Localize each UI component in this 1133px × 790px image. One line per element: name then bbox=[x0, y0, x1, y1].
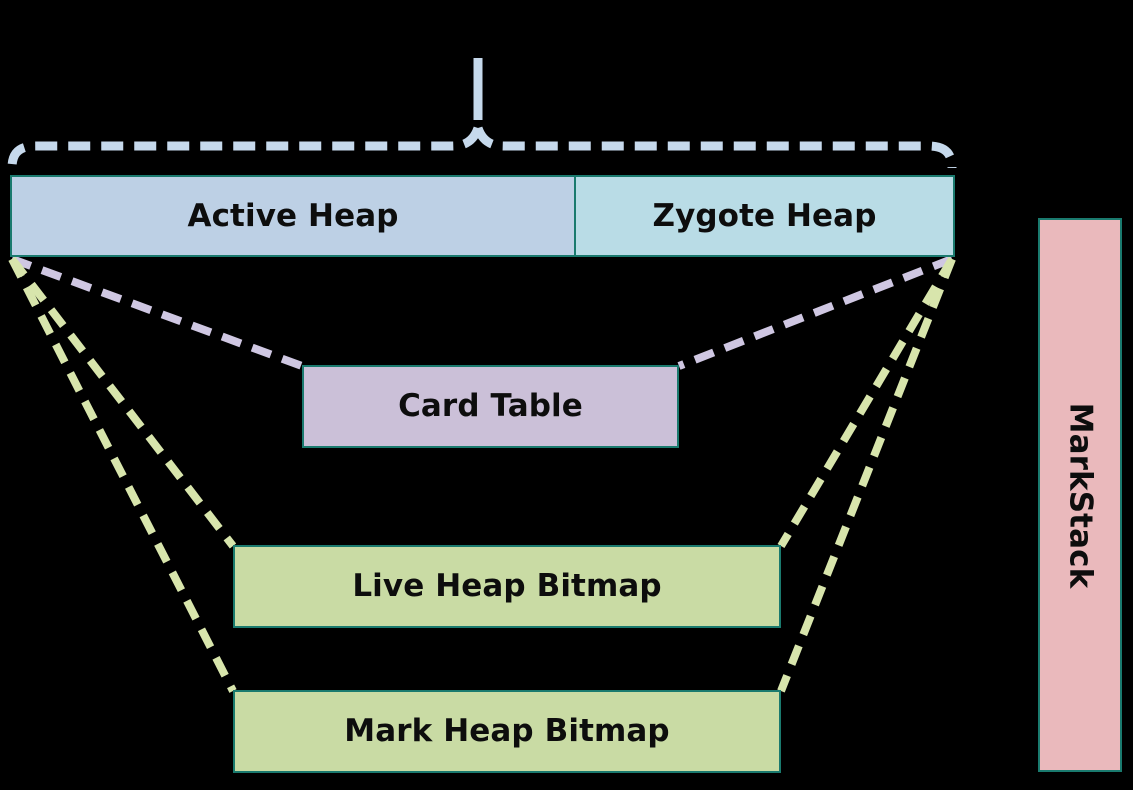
node-zygote-heap[interactable]: Zygote Heap bbox=[574, 175, 955, 257]
card-table-link-left bbox=[10, 255, 304, 370]
node-live-heap-bitmap[interactable]: Live Heap Bitmap bbox=[233, 545, 781, 628]
diagram-canvas: Active Heap Zygote Heap Card Table Live … bbox=[0, 0, 1133, 790]
node-mark-stack[interactable]: MarkStack bbox=[1038, 218, 1122, 772]
node-active-heap[interactable]: Active Heap bbox=[10, 175, 576, 257]
live-bitmap-link-right bbox=[777, 256, 956, 549]
node-card-table[interactable]: Card Table bbox=[302, 365, 679, 448]
mark-bitmap-link-left bbox=[8, 257, 237, 693]
card-table-link-group bbox=[10, 255, 954, 370]
brace-right-arm bbox=[473, 126, 957, 169]
node-zygote-heap-label: Zygote Heap bbox=[652, 197, 877, 234]
node-mark-stack-label: MarkStack bbox=[1062, 402, 1099, 588]
mark-bitmap-link-right bbox=[777, 257, 956, 693]
heap-span-brace bbox=[7, 58, 957, 169]
live-bitmap-link-left bbox=[8, 256, 237, 549]
node-live-heap-bitmap-label: Live Heap Bitmap bbox=[352, 568, 662, 604]
brace-left-arm bbox=[7, 126, 483, 169]
card-table-link-right bbox=[677, 255, 954, 370]
node-active-heap-label: Active Heap bbox=[187, 197, 399, 234]
node-card-table-label: Card Table bbox=[398, 388, 583, 424]
node-mark-heap-bitmap-label: Mark Heap Bitmap bbox=[344, 713, 670, 749]
node-mark-heap-bitmap[interactable]: Mark Heap Bitmap bbox=[233, 690, 781, 773]
